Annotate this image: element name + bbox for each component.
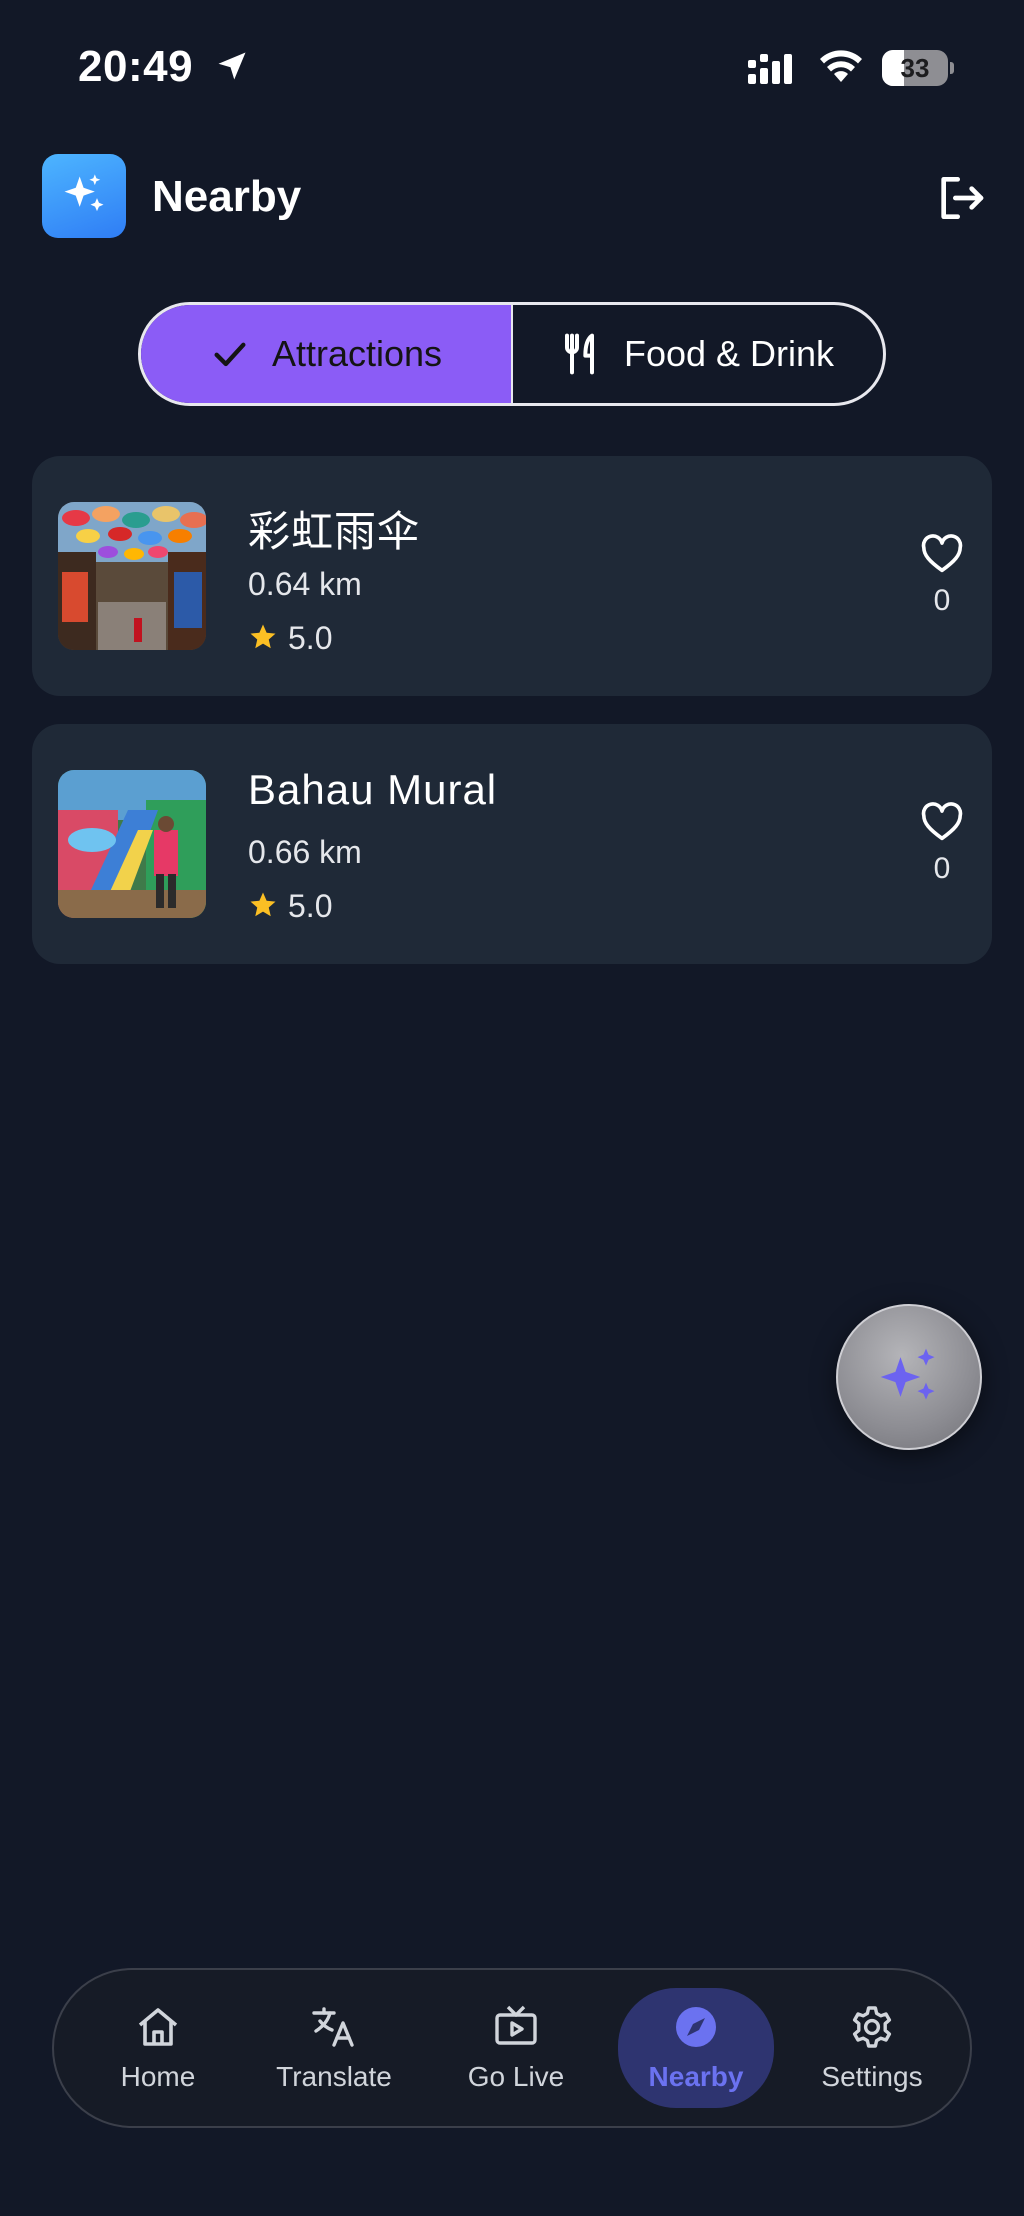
app-logo	[42, 154, 126, 238]
place-thumbnail	[58, 770, 206, 918]
nearby-screen: 20:49 33 Nearby Attractions Food & Drink…	[0, 0, 1024, 2216]
nav-go-live-label: Go Live	[467, 2061, 565, 2092]
heart-icon[interactable]	[920, 802, 964, 842]
translate-icon	[312, 2007, 354, 2047]
nav-settings[interactable]: Settings	[808, 1970, 936, 2126]
nav-translate[interactable]: Translate	[254, 1970, 414, 2126]
star-icon	[250, 892, 276, 917]
place-distance: 0.66 km	[248, 834, 362, 870]
compass-icon	[676, 2007, 716, 2047]
nav-nearby[interactable]: Nearby	[618, 1988, 774, 2108]
nav-settings-label: Settings	[821, 2061, 923, 2092]
like-count: 0	[933, 584, 951, 617]
place-card[interactable]: 彩虹雨伞 0.64 km 5.0 0	[32, 456, 992, 696]
checkmark-icon	[214, 342, 246, 367]
star-icon	[250, 624, 276, 649]
gear-icon	[852, 2006, 892, 2048]
nav-nearby-label: Nearby	[648, 2061, 744, 2092]
bottom-navigation: Home Translate Go Live Nearby Settings	[52, 1968, 972, 2128]
place-distance: 0.64 km	[248, 566, 362, 602]
page-title: Nearby	[152, 172, 302, 221]
battery-level: 33	[900, 53, 930, 83]
home-icon	[138, 2008, 178, 2046]
tab-food-drink[interactable]: Food & Drink	[513, 305, 883, 403]
place-name: Bahau Mural	[248, 766, 498, 813]
nav-translate-label: Translate	[276, 2061, 392, 2092]
logout-icon[interactable]	[932, 170, 988, 226]
place-rating: 5.0	[288, 888, 333, 924]
heart-icon[interactable]	[920, 534, 964, 574]
cellular-signal-icon	[748, 54, 792, 84]
nav-home-label: Home	[120, 2061, 196, 2092]
status-time: 20:49	[78, 42, 194, 91]
sparkles-icon	[880, 1348, 935, 1400]
tab-attractions-label: Attractions	[271, 333, 443, 374]
nav-go-live[interactable]: Go Live	[448, 1970, 584, 2126]
place-thumbnail	[58, 502, 206, 650]
sparkles-icon	[64, 174, 104, 212]
category-switcher: Attractions Food & Drink	[138, 302, 886, 406]
place-rating: 5.0	[288, 620, 333, 656]
utensils-icon	[564, 333, 594, 375]
place-name: 彩虹雨伞	[248, 508, 421, 555]
ai-assistant-button[interactable]	[836, 1304, 982, 1450]
location-arrow-icon	[218, 52, 246, 80]
tab-food-drink-label: Food & Drink	[623, 333, 835, 374]
tv-play-icon	[495, 2005, 537, 2045]
tab-attractions[interactable]: Attractions	[141, 305, 513, 403]
place-card[interactable]: Bahau Mural 0.66 km 5.0 0	[32, 724, 992, 964]
battery-indicator: 33	[882, 50, 954, 86]
like-count: 0	[933, 852, 951, 885]
wifi-icon	[820, 50, 862, 82]
nav-home[interactable]: Home	[94, 1970, 222, 2126]
